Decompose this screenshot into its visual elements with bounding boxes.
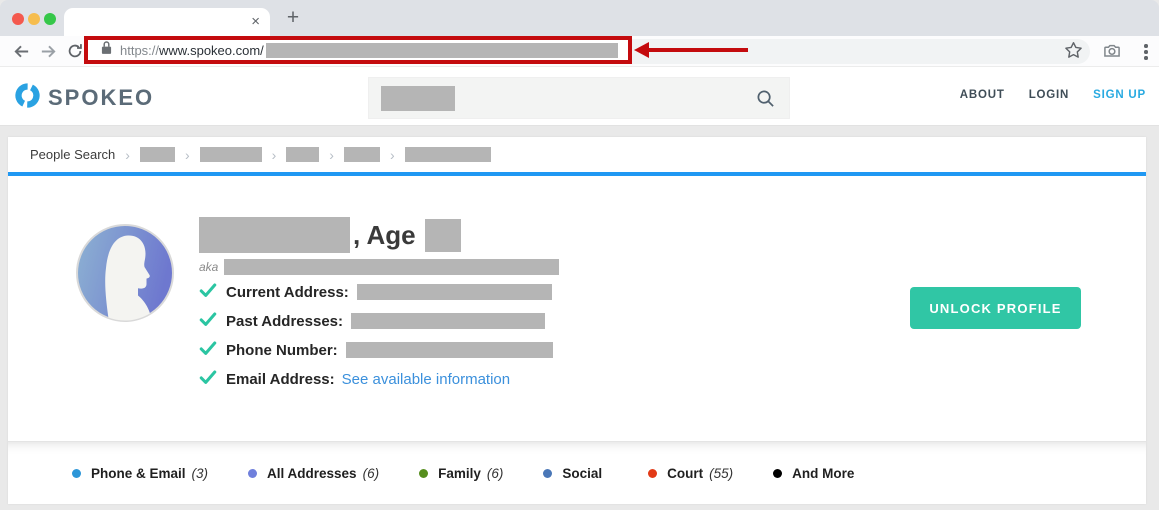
bookmark-star-icon[interactable] bbox=[1064, 41, 1083, 65]
legend-count: (55) bbox=[709, 466, 733, 481]
annotation-arrow-line bbox=[648, 48, 748, 52]
detail-row-phone-number: Phone Number: bbox=[199, 341, 559, 359]
page-background: People Search › › › › › bbox=[0, 127, 1159, 510]
profile-name-row: , Age bbox=[199, 217, 559, 253]
profile-summary: , Age aka Current Address: bbox=[8, 176, 1146, 441]
legend-dot bbox=[419, 469, 428, 478]
aka-redaction-bar bbox=[224, 259, 559, 275]
legend-count: (6) bbox=[363, 466, 380, 481]
age-label: , Age bbox=[353, 220, 416, 251]
macos-close-button[interactable] bbox=[12, 13, 24, 25]
breadcrumb-separator: › bbox=[329, 147, 334, 163]
legend-item-family[interactable]: Family (6) bbox=[419, 466, 503, 481]
age-redaction-bar bbox=[425, 219, 461, 252]
legend-count: (3) bbox=[192, 466, 209, 481]
breadcrumb-separator: › bbox=[125, 147, 130, 163]
detail-redaction-bar bbox=[351, 313, 545, 329]
name-redaction-bar bbox=[199, 217, 350, 253]
browser-tab[interactable]: × bbox=[64, 8, 270, 36]
unlock-profile-button[interactable]: UNLOCK PROFILE bbox=[910, 287, 1081, 329]
search-input[interactable] bbox=[368, 77, 790, 119]
legend-label: All Addresses bbox=[267, 466, 357, 481]
back-icon[interactable] bbox=[12, 42, 32, 62]
profile-card: People Search › › › › › bbox=[8, 137, 1146, 504]
legend-label: Court bbox=[667, 466, 703, 481]
browser-window: × + https:// www.spokeo.com/ bbox=[0, 0, 1159, 510]
legend-label: Family bbox=[438, 466, 481, 481]
url-annotation-box: https:// www.spokeo.com/ bbox=[84, 36, 632, 64]
reload-icon[interactable] bbox=[66, 42, 86, 62]
detail-row-past-addresses: Past Addresses: bbox=[199, 312, 559, 330]
check-icon bbox=[199, 281, 217, 304]
check-icon bbox=[199, 368, 217, 391]
see-available-information-link[interactable]: See available information bbox=[342, 371, 510, 388]
detail-label: Past Addresses: bbox=[226, 313, 343, 330]
nav-login-link[interactable]: LOGIN bbox=[1029, 89, 1069, 101]
tab-close-icon[interactable]: × bbox=[251, 13, 260, 31]
search-icon[interactable] bbox=[756, 89, 775, 113]
check-icon bbox=[199, 339, 217, 362]
detail-label: Current Address: bbox=[226, 284, 349, 301]
url-host: www.spokeo.com/ bbox=[159, 43, 264, 58]
legend-item-court[interactable]: Court (55) bbox=[648, 466, 733, 481]
browser-menu-icon[interactable] bbox=[1136, 41, 1156, 63]
detail-redaction-bar bbox=[357, 284, 552, 300]
aka-label: aka bbox=[199, 260, 218, 274]
tab-strip: × + bbox=[0, 0, 1159, 36]
detail-row-email-address: Email Address: See available information bbox=[199, 370, 559, 388]
breadcrumb-root-link[interactable]: People Search bbox=[30, 147, 115, 162]
breadcrumb-separator: › bbox=[185, 147, 190, 163]
nav-about-link[interactable]: ABOUT bbox=[960, 89, 1005, 101]
detail-row-current-address: Current Address: bbox=[199, 283, 559, 301]
detail-label: Email Address: bbox=[226, 371, 335, 388]
legend-label: Phone & Email bbox=[91, 466, 186, 481]
macos-zoom-button[interactable] bbox=[44, 13, 56, 25]
legend-item-and-more[interactable]: And More bbox=[773, 466, 860, 481]
profile-info: , Age aka Current Address: bbox=[199, 217, 559, 399]
detail-label: Phone Number: bbox=[226, 342, 338, 359]
section-legend: Phone & Email (3) All Addresses (6) Fami… bbox=[8, 441, 1146, 504]
legend-dot bbox=[248, 469, 257, 478]
legend-dot bbox=[72, 469, 81, 478]
aka-row: aka bbox=[199, 259, 559, 275]
legend-item-all-addresses[interactable]: All Addresses (6) bbox=[248, 466, 379, 481]
legend-dot bbox=[773, 469, 782, 478]
legend-item-social[interactable]: Social bbox=[543, 466, 608, 481]
breadcrumb-separator: › bbox=[272, 147, 277, 163]
spokeo-logo[interactable]: SPOKEO bbox=[14, 82, 154, 114]
new-tab-button[interactable]: + bbox=[280, 5, 306, 31]
breadcrumb-separator: › bbox=[390, 147, 395, 163]
url-redaction-bar bbox=[266, 43, 618, 58]
avatar bbox=[75, 223, 175, 323]
breadcrumb-redaction-bar bbox=[140, 147, 175, 162]
search-redaction-bar bbox=[381, 86, 455, 111]
legend-label: Social bbox=[562, 466, 602, 481]
nav-signup-link[interactable]: SIGN UP bbox=[1093, 89, 1146, 101]
macos-minimize-button[interactable] bbox=[28, 13, 40, 25]
spokeo-logo-text: SPOKEO bbox=[48, 85, 154, 111]
annotation-arrow-head bbox=[634, 42, 649, 58]
camera-icon[interactable] bbox=[1102, 41, 1122, 66]
site-header: SPOKEO ABOUT LOGIN SIGN UP bbox=[0, 67, 1159, 126]
legend-dot bbox=[648, 469, 657, 478]
legend-count: (6) bbox=[487, 466, 504, 481]
legend-item-phone-email[interactable]: Phone & Email (3) bbox=[72, 466, 208, 481]
site-nav: ABOUT LOGIN SIGN UP bbox=[960, 89, 1146, 101]
browser-toolbar: https:// www.spokeo.com/ bbox=[0, 36, 1159, 67]
breadcrumb-redaction-bar bbox=[405, 147, 491, 162]
forward-icon[interactable] bbox=[39, 42, 59, 62]
breadcrumb-redaction-bar bbox=[286, 147, 319, 162]
spokeo-logo-icon bbox=[14, 82, 41, 114]
breadcrumb-redaction-bar bbox=[200, 147, 262, 162]
check-icon bbox=[199, 310, 217, 333]
profile-details: Current Address: Past Addresses: Phone N… bbox=[199, 283, 559, 388]
legend-dot bbox=[543, 469, 552, 478]
breadcrumb-redaction-bar bbox=[344, 147, 380, 162]
detail-redaction-bar bbox=[346, 342, 553, 358]
url-scheme: https:// bbox=[120, 43, 159, 58]
padlock-icon bbox=[101, 40, 112, 60]
breadcrumb: People Search › › › › › bbox=[8, 137, 1146, 172]
legend-label: And More bbox=[792, 466, 854, 481]
